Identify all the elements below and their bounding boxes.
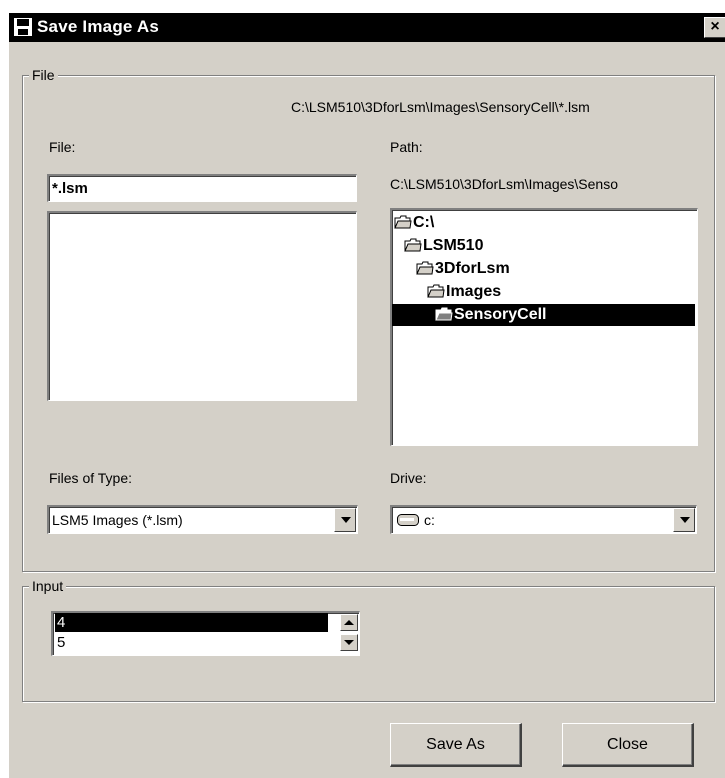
drive-value: c:: [424, 512, 435, 528]
save-as-button[interactable]: Save As: [390, 723, 522, 767]
close-button[interactable]: Close: [562, 723, 694, 767]
input-option[interactable]: 5: [55, 633, 328, 652]
hard-drive-icon: [397, 514, 419, 526]
folder-tree[interactable]: C:\ LSM510 3DforLsm Images SensoryCell: [390, 208, 698, 446]
folder-label: SensoryCell: [454, 306, 547, 323]
open-folder-icon: [435, 307, 453, 321]
input-spin-list[interactable]: 4 5: [51, 611, 360, 656]
open-folder-icon: [427, 284, 445, 298]
close-icon[interactable]: ×: [704, 17, 725, 38]
spin-down-icon[interactable]: [340, 634, 358, 651]
folder-item-images[interactable]: Images: [427, 281, 501, 303]
path-value: C:\LSM510\3DforLsm\Images\Senso: [390, 176, 618, 192]
open-folder-icon: [394, 215, 412, 229]
save-disk-icon: [14, 18, 32, 36]
file-list[interactable]: [47, 211, 357, 401]
file-group-legend: File: [29, 67, 58, 83]
file-name-value: *.lsm: [52, 180, 88, 197]
files-of-type-value: LSM5 Images (*.lsm): [52, 512, 183, 528]
full-path-display: C:\LSM510\3DforLsm\Images\SensoryCell\*.…: [291, 99, 590, 115]
file-label: File:: [49, 139, 76, 155]
save-as-label: Save As: [426, 736, 485, 753]
path-label: Path:: [390, 139, 423, 155]
title-bar: Save Image As ×: [9, 13, 725, 42]
folder-item-lsm510[interactable]: LSM510: [404, 235, 483, 257]
folder-item-sensorycell[interactable]: SensoryCell: [392, 304, 695, 326]
folder-label: C:\: [413, 214, 435, 231]
chevron-down-icon[interactable]: [334, 508, 356, 532]
open-folder-icon: [416, 261, 434, 275]
folder-item-root[interactable]: C:\: [394, 212, 434, 234]
open-folder-icon: [404, 238, 422, 252]
file-name-input[interactable]: *.lsm: [47, 174, 357, 202]
input-group-legend: Input: [29, 578, 67, 594]
folder-label: Images: [446, 283, 502, 300]
drive-label: Drive:: [390, 470, 427, 486]
input-option-selected[interactable]: 4: [55, 613, 328, 632]
spin-up-icon[interactable]: [340, 614, 358, 631]
folder-label: LSM510: [423, 237, 484, 254]
save-image-dialog: Save Image As × File C:\LSM510\3DforLsm\…: [8, 12, 725, 778]
files-of-type-select[interactable]: LSM5 Images (*.lsm): [47, 505, 358, 534]
files-of-type-label: Files of Type:: [49, 470, 133, 486]
drive-select[interactable]: c:: [390, 505, 697, 534]
window-title: Save Image As: [37, 17, 159, 36]
folder-item-3dforlsm[interactable]: 3DforLsm: [416, 258, 510, 280]
close-label: Close: [607, 736, 648, 753]
folder-label: 3DforLsm: [435, 260, 510, 277]
chevron-down-icon[interactable]: [673, 508, 695, 532]
